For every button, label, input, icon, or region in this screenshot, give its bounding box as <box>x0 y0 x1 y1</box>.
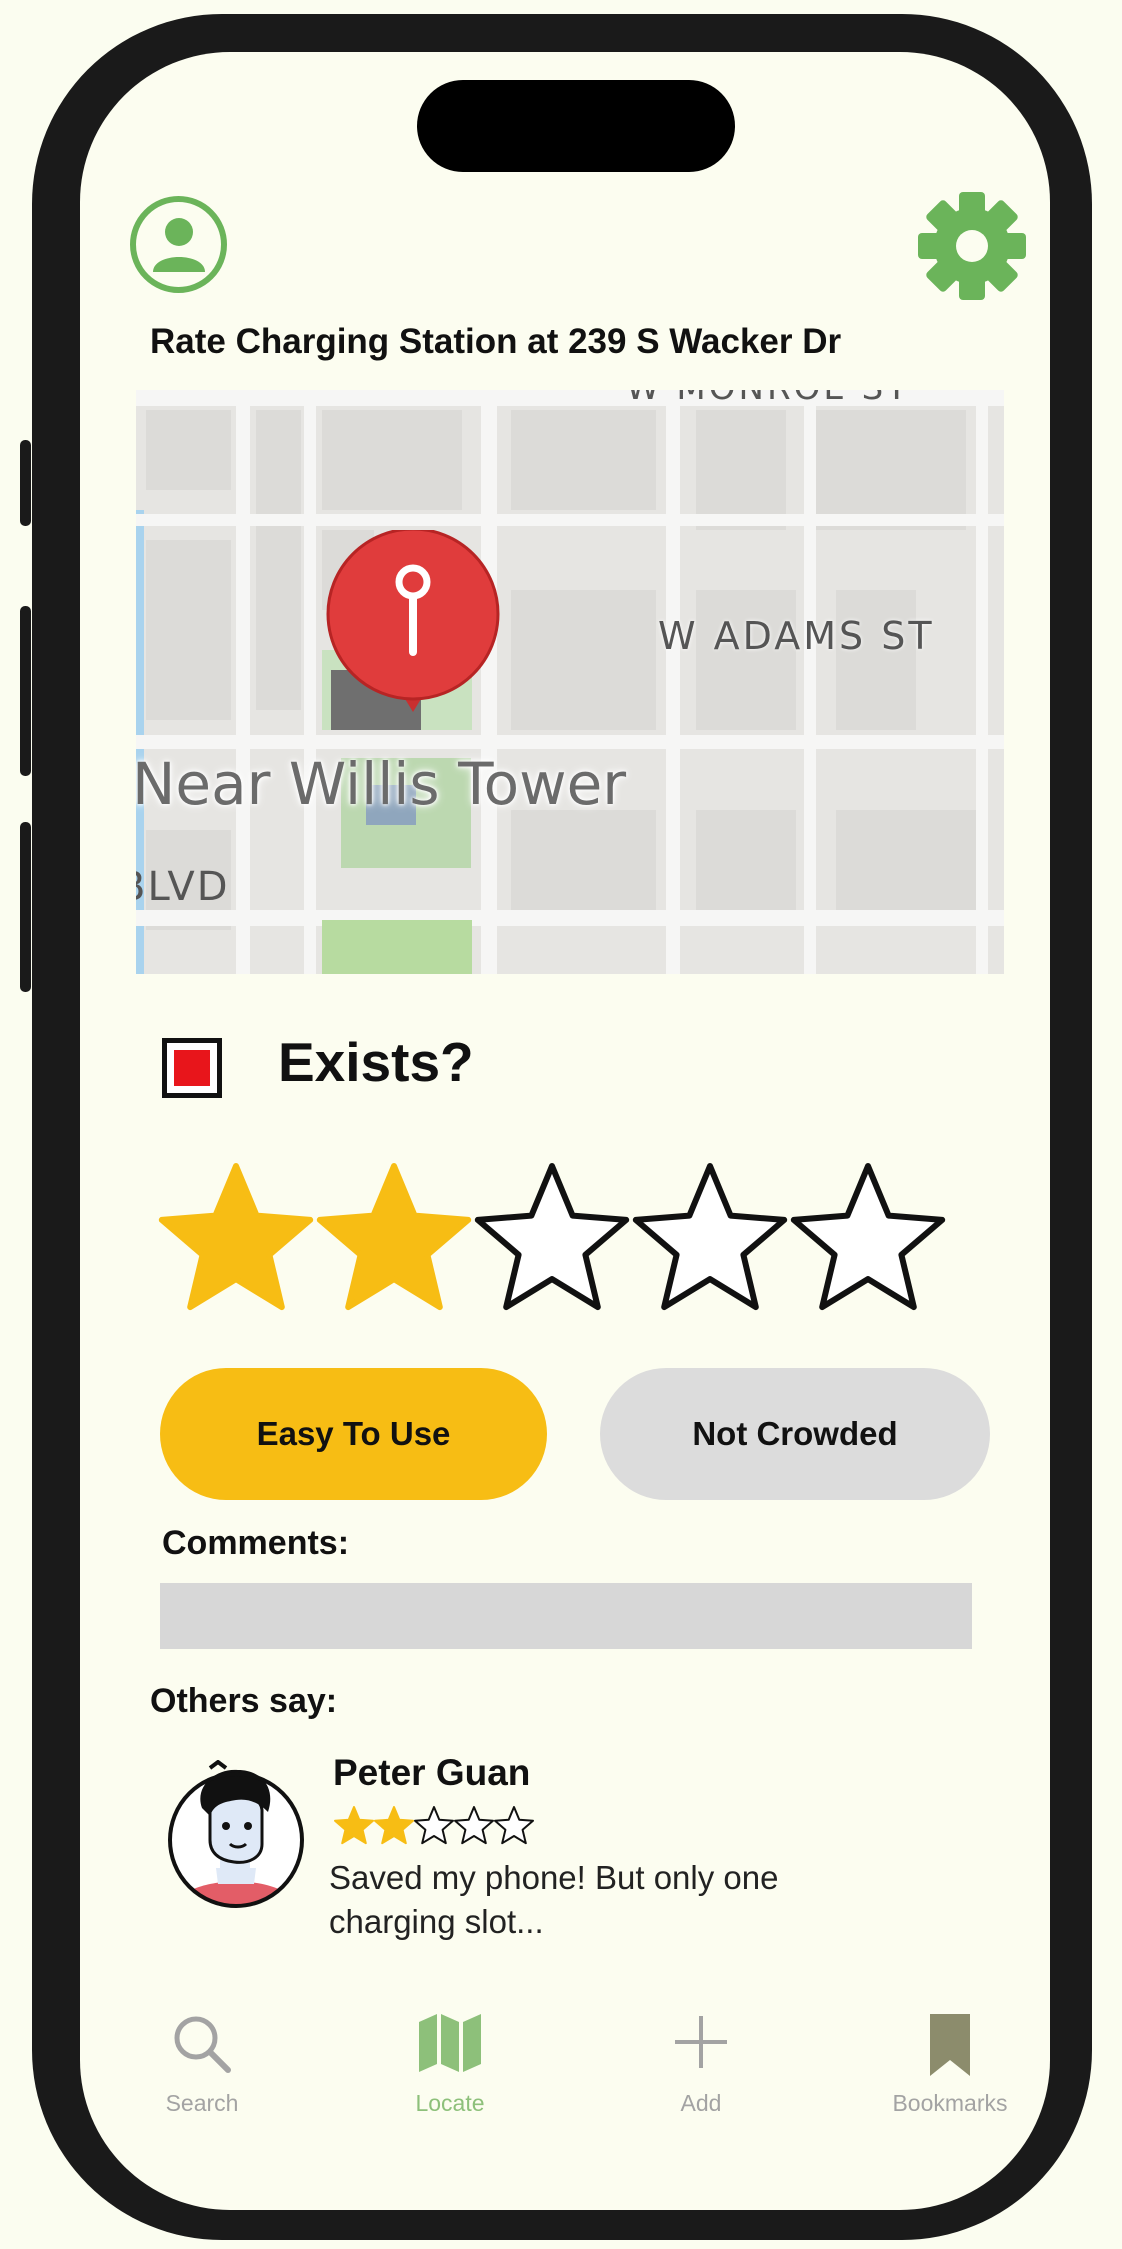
page-title: Rate Charging Station at 239 S Wacker Dr <box>150 322 842 361</box>
dynamic-island <box>417 80 735 172</box>
review-rating-stars <box>334 1806 534 1845</box>
rating-star-filled[interactable] <box>158 1163 314 1311</box>
place-label: Near Willis Tower <box>136 750 627 818</box>
tab-search[interactable]: Search <box>117 2012 287 2122</box>
side-button-volume-up <box>20 606 31 776</box>
exists-checkbox[interactable] <box>162 1038 222 1098</box>
map-view[interactable]: W MONROE ST W ADAMS ST Near Willis Tower… <box>136 390 1004 974</box>
user-icon <box>152 217 205 272</box>
comments-input[interactable] <box>160 1583 972 1649</box>
tag-easy-to-use-button[interactable]: Easy To Use <box>160 1368 547 1500</box>
gear-icon[interactable] <box>916 190 1028 302</box>
tag-not-crowded-button[interactable]: Not Crowded <box>600 1368 990 1500</box>
street-label-blvd: BLVD <box>136 864 230 910</box>
rating-star-empty[interactable] <box>632 1163 788 1311</box>
review-star-empty <box>454 1806 494 1845</box>
screen: Rate Charging Station at 239 S Wacker Dr <box>0 0 1122 2249</box>
review-star-filled <box>334 1806 374 1845</box>
reviewer-name: Peter Guan <box>333 1752 531 1793</box>
tab-bookmarks[interactable]: Bookmarks <box>865 2012 1035 2122</box>
side-button-volume-down <box>20 822 31 992</box>
review-text: Saved my phone! But only one charging sl… <box>329 1859 779 1940</box>
map-tiles <box>136 390 1004 974</box>
rating-stars[interactable] <box>156 1158 956 1318</box>
exists-checkbox-fill <box>174 1050 210 1086</box>
profile-button[interactable] <box>130 196 227 293</box>
tab-locate-label: Locate <box>415 2090 485 2116</box>
side-button-silent <box>20 440 31 526</box>
comments-label: Comments: <box>162 1524 350 1562</box>
tab-bookmarks-label: Bookmarks <box>892 2090 1008 2116</box>
plus-icon <box>675 2016 727 2068</box>
rating-star-filled[interactable] <box>316 1163 472 1311</box>
tab-add[interactable]: Add <box>616 2012 786 2122</box>
exists-label: Exists? <box>278 1031 474 1093</box>
street-label-adams: W ADAMS ST <box>658 614 935 658</box>
magnifier-icon <box>174 2016 231 2073</box>
bookmark-icon <box>930 2014 970 2076</box>
review-star-empty <box>494 1806 534 1845</box>
map-icon <box>419 2014 481 2072</box>
review-star-empty <box>414 1806 454 1845</box>
rating-star-empty[interactable] <box>474 1163 630 1311</box>
rating-star-empty[interactable] <box>790 1163 946 1311</box>
location-pin-icon[interactable] <box>323 530 503 730</box>
others-say-label: Others say: <box>150 1682 338 1720</box>
review-star-filled <box>374 1806 414 1845</box>
reviewer-avatar <box>168 1760 304 1908</box>
street-label-monroe: W MONROE ST <box>626 390 910 408</box>
tab-locate[interactable]: Locate <box>365 2012 535 2122</box>
tab-add-label: Add <box>680 2090 722 2116</box>
tab-search-label: Search <box>165 2090 239 2116</box>
